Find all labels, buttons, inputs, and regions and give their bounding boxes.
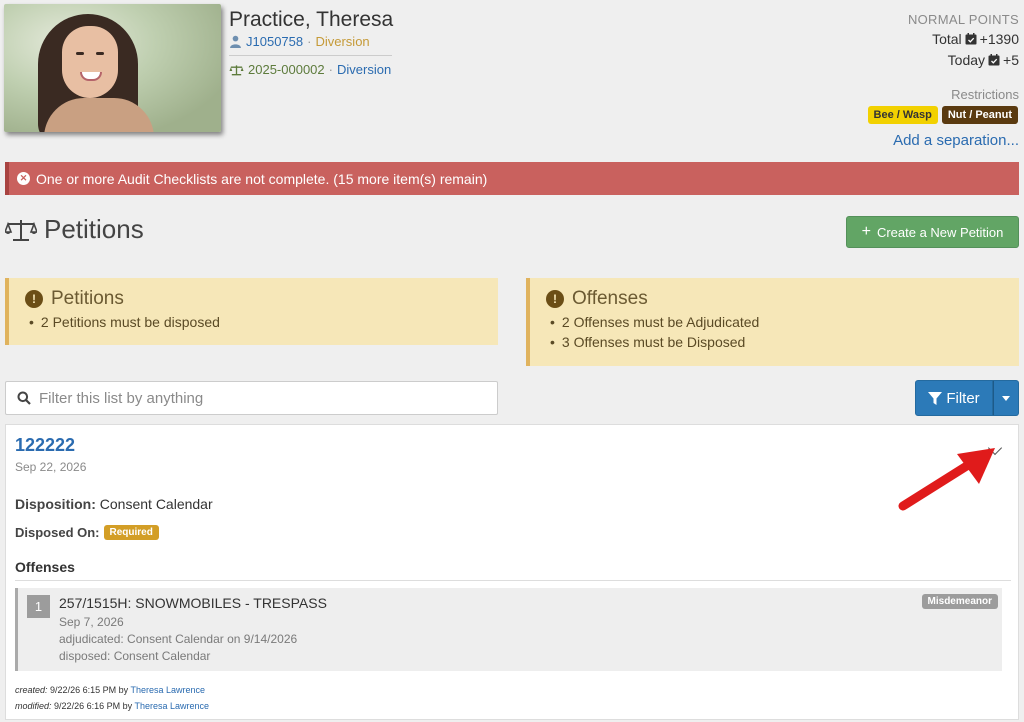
offenses-divider (15, 580, 1011, 581)
add-separation-link[interactable]: Add a separation... (893, 132, 1019, 149)
disposition: Disposition: Consent Calendar (15, 496, 213, 512)
scales-icon (5, 219, 37, 241)
offense-index: 1 (27, 595, 50, 618)
list-item: 2 Offenses must be Adjudicated (546, 312, 1019, 332)
offenses-warning-title: Offenses (572, 288, 648, 309)
create-petition-button[interactable]: + Create a New Petition (846, 216, 1019, 248)
person-id-link[interactable]: J1050758 (246, 34, 303, 49)
exclamation-icon: ! (25, 290, 43, 308)
required-badge: Required (103, 525, 159, 540)
petitions-warning: ! Petitions 2 Petitions must be disposed (5, 278, 498, 345)
search-icon (17, 391, 31, 405)
filter-input[interactable] (39, 389, 479, 407)
page-title: Petitions (5, 214, 144, 245)
close-circle-icon: ✕ (17, 172, 30, 185)
case-program-link[interactable]: Diversion (337, 62, 391, 77)
filter-dropdown-toggle[interactable] (993, 380, 1019, 416)
points-total-value: +1390 (979, 31, 1019, 47)
alert-text: One or more Audit Checklists are not com… (36, 170, 488, 187)
modified-by-link[interactable]: Theresa Lawrence (134, 701, 209, 711)
audit-alert: ✕ One or more Audit Checklists are not c… (5, 162, 1019, 195)
offense-adjudicated: adjudicated: Consent Calendar on 9/14/20… (59, 632, 298, 646)
points-today: Today +5 (947, 52, 1019, 68)
restrictions-title: Restrictions (951, 87, 1019, 102)
points-title: NORMAL POINTS (907, 12, 1019, 27)
calendar-check-icon (988, 54, 1000, 66)
filter-button[interactable]: Filter (915, 380, 993, 416)
program-label: Diversion (315, 34, 370, 49)
points-total: Total +1390 (932, 31, 1019, 47)
calendar-check-icon (965, 33, 977, 45)
person-name: Practice, Theresa (229, 8, 394, 31)
created-by-link[interactable]: Theresa Lawrence (130, 685, 205, 695)
person-id-row: J1050758 · Diversion (229, 34, 370, 49)
offenses-heading: Offenses (15, 559, 75, 575)
offense-title: 257/1515H: SNOWMOBILES - TRESPASS (59, 595, 327, 611)
annotation-arrow (898, 448, 995, 511)
created-info: created: 9/22/26 6:15 PM by Theresa Lawr… (15, 685, 205, 695)
header-divider (229, 55, 392, 56)
funnel-icon (928, 391, 943, 405)
exclamation-icon: ! (546, 290, 564, 308)
petitions-warning-title: Petitions (51, 288, 124, 309)
points-today-value: +5 (1003, 52, 1019, 68)
offenses-warning: ! Offenses 2 Offenses must be Adjudicate… (526, 278, 1019, 366)
restriction-badges: Bee / Wasp Nut / Peanut (867, 106, 1018, 124)
modified-info: modified: 9/22/26 6:16 PM by Theresa Law… (15, 701, 209, 711)
caret-down-icon (1002, 395, 1010, 401)
list-item: 2 Petitions must be disposed (25, 312, 498, 332)
person-icon (230, 35, 241, 48)
filter-field[interactable] (5, 381, 498, 415)
petition-number-link[interactable]: 122222 (15, 435, 75, 456)
petition-card: 122222 Sep 22, 2026 Disposition: Consent… (5, 424, 1019, 720)
disposed-on: Disposed On: Required (15, 525, 159, 540)
case-number: 2025-000002 (248, 62, 325, 77)
restriction-badge-bee: Bee / Wasp (867, 106, 938, 124)
plus-icon: + (861, 223, 871, 240)
profile-photo (4, 4, 221, 132)
offense-disposed: disposed: Consent Calendar (59, 649, 211, 663)
offense-level-badge: Misdemeanor (921, 594, 998, 609)
offense-date: Sep 7, 2026 (59, 615, 124, 629)
scales-icon (229, 64, 244, 75)
case-row: 2025-000002 · Diversion (229, 62, 391, 77)
list-item: 3 Offenses must be Disposed (546, 332, 1019, 352)
offense-item: 1 257/1515H: SNOWMOBILES - TRESPASS Sep … (15, 588, 1002, 671)
restriction-badge-nut: Nut / Peanut (941, 106, 1018, 124)
petition-date: Sep 22, 2026 (15, 460, 87, 474)
